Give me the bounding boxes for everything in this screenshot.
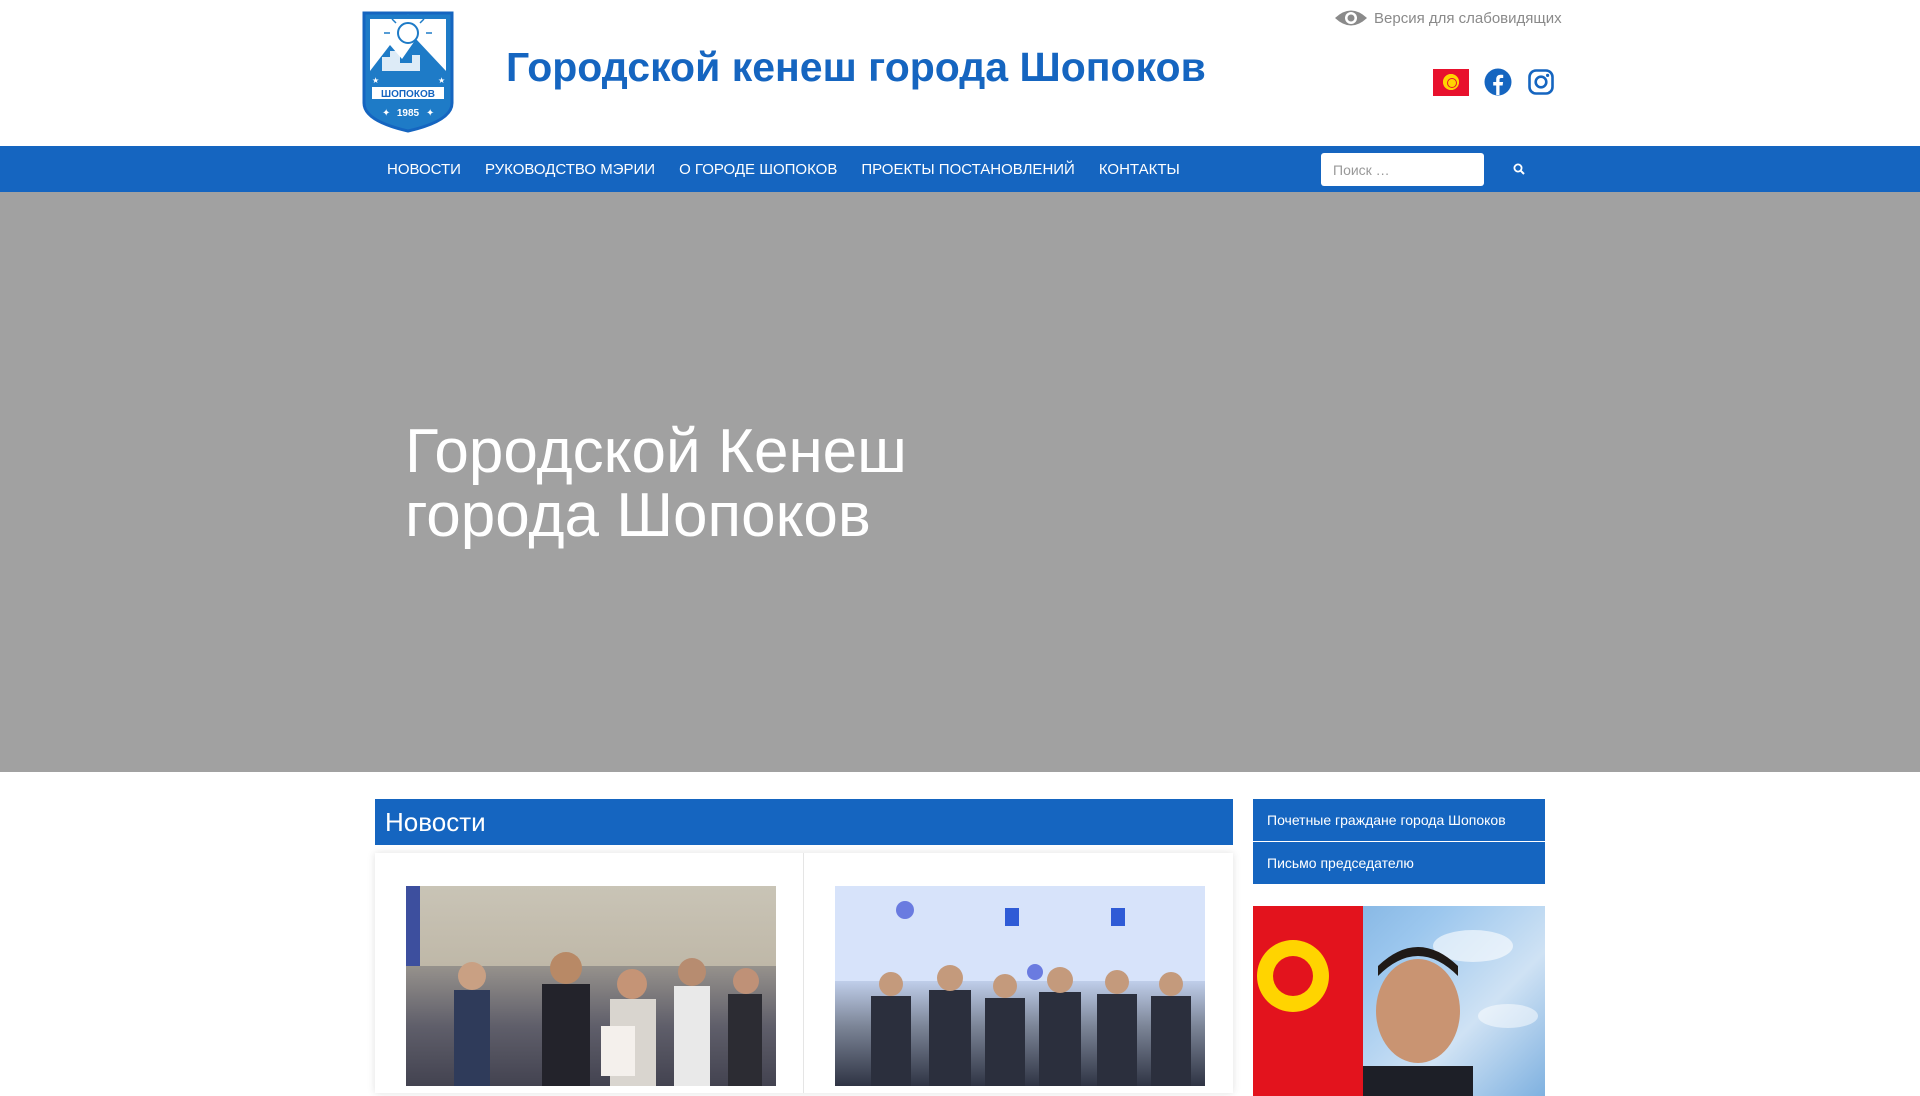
nav-items: Новости Руководство мэрии О городе Шопок… <box>375 146 1192 192</box>
site-header: ШОПОКОВ 1985 ✦ ✦ ★ ★ Городской кенеш гор… <box>0 0 1920 145</box>
logo-text: ШОПОКОВ <box>381 89 435 100</box>
search-button[interactable] <box>1506 160 1532 178</box>
facebook-icon[interactable] <box>1484 68 1512 96</box>
nav-item-about-city[interactable]: О городе Шопоков <box>667 161 849 178</box>
news-photo-1 <box>406 886 776 1086</box>
news-item-image-1[interactable] <box>406 886 776 1086</box>
main-nav: Новости Руководство мэрии О городе Шопок… <box>0 146 1920 192</box>
news-section-header: Новости <box>375 799 1233 845</box>
nav-item-draft-resolutions[interactable]: Проекты постановлений <box>849 161 1087 178</box>
chairman-portrait[interactable] <box>1253 906 1545 1096</box>
nav-item-news[interactable]: Новости <box>375 161 473 178</box>
instagram-icon[interactable] <box>1527 68 1555 96</box>
header-icons <box>1433 68 1555 96</box>
news-panel <box>375 853 1233 1093</box>
portrait-photo <box>1253 906 1538 1096</box>
svg-text:★: ★ <box>438 76 445 85</box>
hero-banner: Городской Кенеш города Шопоков <box>0 192 1920 772</box>
logo-year: 1985 <box>397 108 420 119</box>
svg-text:★: ★ <box>372 76 379 85</box>
city-emblem-logo[interactable]: ШОПОКОВ 1985 ✦ ✦ ★ ★ <box>360 11 456 133</box>
nav-item-contacts[interactable]: Контакты <box>1087 161 1192 178</box>
news-divider <box>803 853 804 1093</box>
svg-text:✦: ✦ <box>382 108 390 119</box>
hero-title: Городской Кенеш города Шопоков <box>405 420 907 548</box>
eye-icon <box>1335 10 1367 26</box>
sidebar-letter-to-chairman[interactable]: Письмо председателю <box>1253 842 1545 884</box>
site-title[interactable]: Городской кенеш города Шопоков <box>506 44 1206 91</box>
search-icon <box>1513 163 1525 175</box>
kyrgyz-flag-icon[interactable] <box>1433 68 1469 96</box>
nav-item-leadership[interactable]: Руководство мэрии <box>473 161 667 178</box>
hero-title-line-2: города Шопоков <box>405 481 871 550</box>
hero-title-line-1: Городской Кенеш <box>405 417 907 486</box>
search-input[interactable] <box>1321 153 1484 186</box>
svg-text:✦: ✦ <box>426 108 434 119</box>
low-vision-link[interactable]: Версия для слабовидящих <box>1334 7 1562 29</box>
sidebar-honorary-citizens[interactable]: Почетные граждане города Шопоков <box>1253 799 1545 841</box>
news-item-image-2[interactable] <box>835 886 1205 1086</box>
low-vision-label: Версия для слабовидящих <box>1374 9 1562 27</box>
news-photo-2 <box>835 886 1205 1086</box>
